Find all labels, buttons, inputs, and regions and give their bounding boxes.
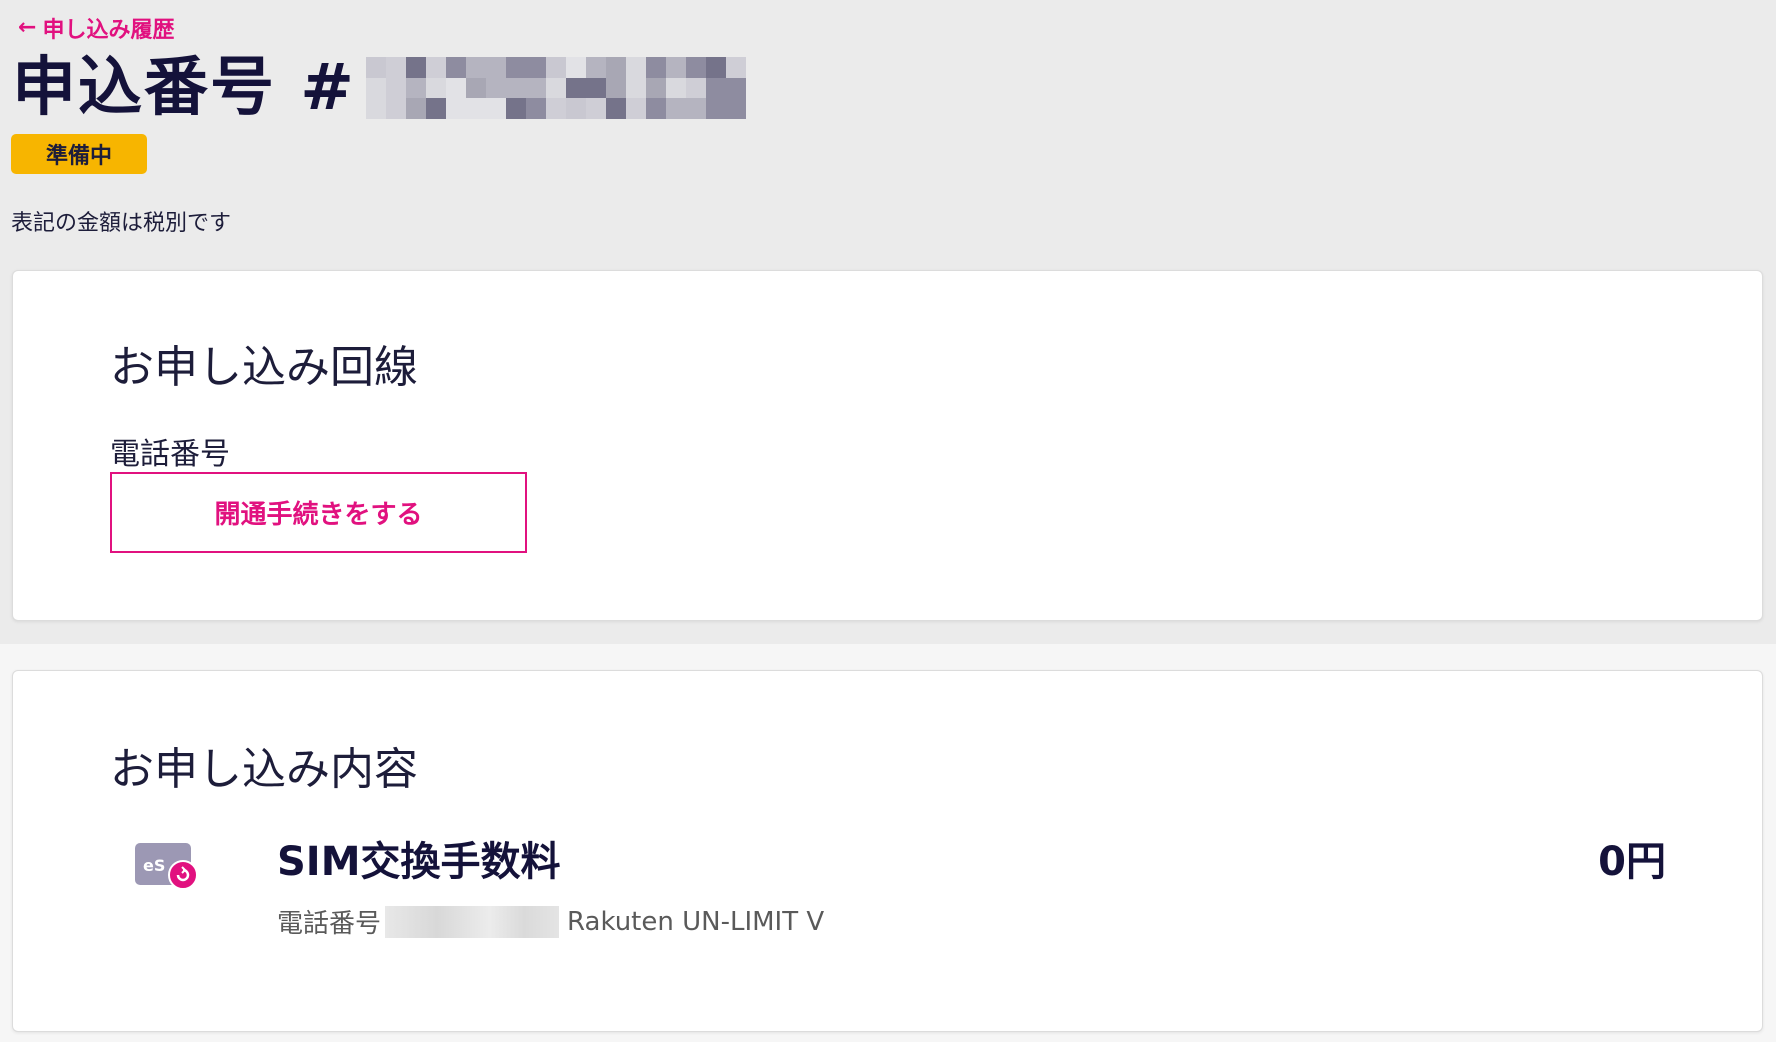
item-detail: 電話番号 Rakuten UN-LIMIT V <box>277 903 824 940</box>
back-link-history[interactable]: ← 申し込み履歴 <box>18 12 174 44</box>
item-name: SIM交換手数料 <box>277 839 561 885</box>
status-badge: 準備中 <box>11 134 147 174</box>
activate-button[interactable]: 開通手続きをする <box>110 472 527 553</box>
phone-number-label: 電話番号 <box>110 437 230 472</box>
redacted-phone-number <box>385 905 560 938</box>
back-link-label: 申し込み履歴 <box>42 18 175 43</box>
item-price: 0円 <box>1598 839 1666 885</box>
esim-reissue-icon: eS <box>135 843 198 890</box>
svg-text:eS: eS <box>143 856 165 875</box>
tax-note: 表記の金額は税別です <box>11 211 232 236</box>
arrow-left-icon: ← <box>18 15 37 40</box>
line-section-title: お申し込み回線 <box>110 342 418 393</box>
title-row: 申込番号 # <box>12 56 746 120</box>
content-card: お申し込み内容 eS SIM交換手数料 0円 電話番号 Rakuten UN-L… <box>12 670 1763 1032</box>
item-detail-prefix: 電話番号 <box>277 909 382 939</box>
page-title: 申込番号 # <box>12 51 356 125</box>
content-section-title: お申し込み内容 <box>110 744 418 795</box>
item-plan: Rakuten UN-LIMIT V <box>567 906 825 937</box>
redacted-application-number <box>365 57 746 119</box>
line-card: お申し込み回線 電話番号 開通手続きをする <box>12 270 1763 621</box>
